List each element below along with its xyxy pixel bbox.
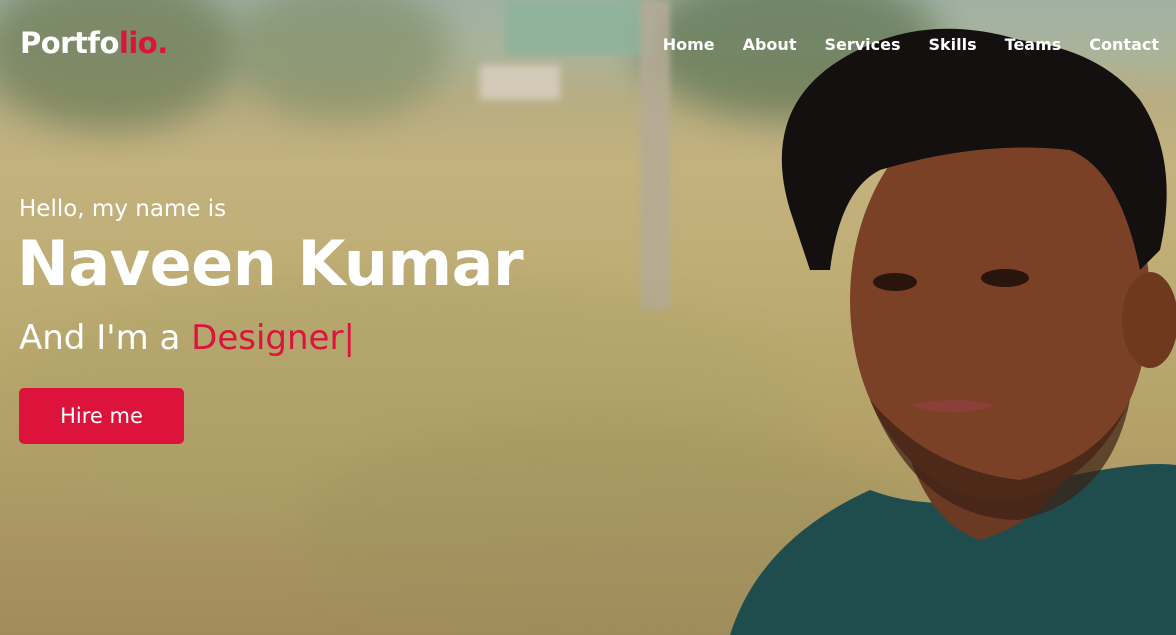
logo-text: Portfo [20, 26, 119, 60]
hero-greeting: Hello, my name is [19, 196, 227, 222]
hero-name: Naveen Kumar [17, 227, 524, 300]
brand-logo[interactable]: Portfolio. [20, 26, 168, 60]
nav-menu: Home About Services Skills Teams Contact [635, 35, 1159, 54]
nav-link-skills[interactable]: Skills [929, 35, 977, 54]
typed-role: Designer [191, 318, 344, 358]
nav-link-about[interactable]: About [743, 35, 797, 54]
nav-link-contact[interactable]: Contact [1089, 35, 1159, 54]
nav-link-services[interactable]: Services [824, 35, 900, 54]
hire-me-button[interactable]: Hire me [19, 388, 184, 444]
hero-section: Portfolio. Home About Services Skills Te… [0, 0, 1176, 635]
nav-link-home[interactable]: Home [663, 35, 715, 54]
top-navbar: Portfolio. Home About Services Skills Te… [0, 0, 1176, 90]
portrait-image [730, 28, 1176, 635]
logo-accent: lio. [118, 26, 168, 60]
nav-link-teams[interactable]: Teams [1005, 35, 1062, 54]
typing-cursor: | [343, 318, 355, 358]
role-prefix: And I'm a [19, 318, 192, 358]
hero-role-line: And I'm a Designer| [19, 318, 355, 358]
